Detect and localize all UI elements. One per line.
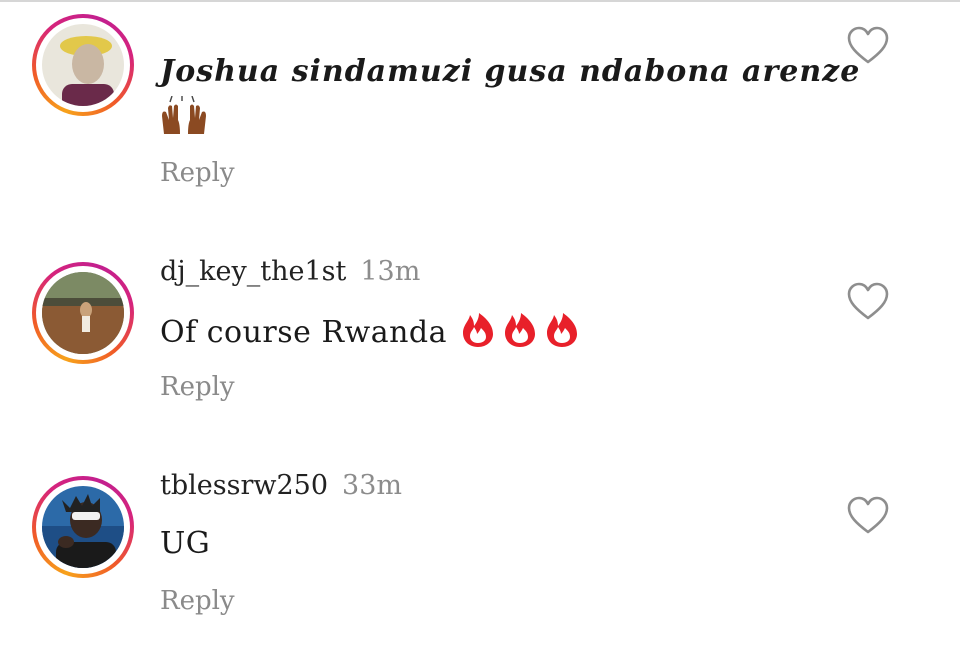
comment-body: Of course Rwanda: [160, 315, 448, 350]
avatar-photo: [42, 24, 124, 106]
avatar-photo: [42, 486, 124, 568]
heart-outline-icon[interactable]: [846, 282, 890, 322]
comment-meta: dj_key_the1st 13m: [160, 256, 420, 287]
reply-button[interactable]: Reply: [160, 372, 235, 402]
heart-outline-icon[interactable]: [846, 496, 890, 536]
avatar[interactable]: [32, 14, 134, 116]
fire-icon: [547, 313, 578, 347]
avatar-image: [42, 272, 124, 354]
fire-icon: [463, 313, 494, 347]
reply-button[interactable]: Reply: [160, 158, 235, 188]
fire-icon: [505, 313, 536, 347]
username[interactable]: tblessrw250: [160, 470, 328, 501]
avatar[interactable]: [32, 262, 134, 364]
avatar[interactable]: [32, 476, 134, 578]
reply-button[interactable]: Reply: [160, 586, 235, 616]
timestamp: 33m: [342, 470, 402, 501]
fire-emojis: [461, 312, 587, 356]
username[interactable]: dj_key_the1st: [160, 256, 346, 287]
comment-text: UG: [160, 526, 211, 561]
comment-text: Joshua sindamuzi gusa ndabona arenze: [160, 54, 861, 89]
avatar-image: [42, 24, 124, 106]
avatar-photo: [42, 272, 124, 354]
heart-outline-icon[interactable]: [846, 26, 890, 66]
comment-meta: tblessrw250 33m: [160, 470, 402, 501]
comments-screen: Joshua sindamuzi gusa ndabona arenze Rep…: [0, 0, 960, 667]
comment-text: Of course Rwanda: [160, 312, 587, 356]
timestamp: 13m: [360, 256, 421, 287]
top-divider: [0, 0, 960, 2]
raising-hands-icon: [160, 95, 208, 144]
avatar-image: [42, 486, 124, 568]
